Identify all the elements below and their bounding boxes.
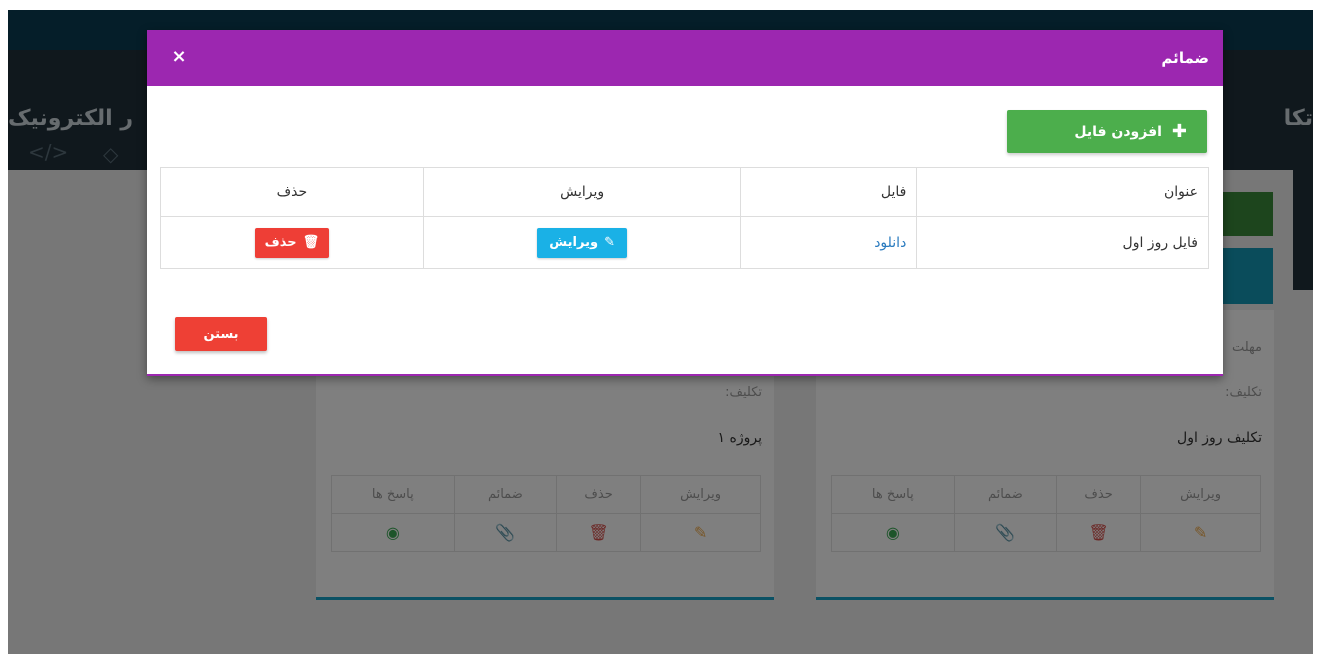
table-row: فایل روز اول دانلود ✎ ویرایش 🗑 حذف [160,216,1209,269]
edit-icon: ✎ [604,235,615,250]
column-header-file: فایل [740,167,918,217]
column-header-delete: حذف [160,167,424,217]
add-file-button[interactable]: ✚ افزودن فایل [1007,110,1207,153]
attachments-table: عنوان فایل ویرایش حذف فایل روز اول دانلو… [160,167,1209,269]
modal-title: ضمائم [1161,49,1209,67]
column-header-title: عنوان [916,167,1209,217]
column-header-edit: ویرایش [422,167,742,217]
delete-button-label: حذف [264,235,297,250]
edit-button[interactable]: ✎ ویرایش [537,227,628,258]
plus-icon: ✚ [1171,121,1187,142]
row-file-cell: دانلود [740,216,918,269]
close-icon[interactable]: × [169,46,189,68]
close-button[interactable]: بستن [175,317,267,351]
row-title: فایل روز اول [916,216,1209,269]
modal-header: ضمائم × [147,30,1223,86]
trash-icon: 🗑 [302,235,320,250]
attachments-modal: ضمائم × ✚ افزودن فایل عنوان فایل ویرایش … [147,30,1223,376]
edit-button-label: ویرایش [549,235,599,250]
row-edit-cell: ✎ ویرایش [422,216,742,269]
delete-button[interactable]: 🗑 حذف [254,227,329,258]
row-delete-cell: 🗑 حذف [160,216,424,269]
download-link[interactable]: دانلود [874,235,906,251]
add-file-label: افزودن فایل [1074,123,1162,140]
